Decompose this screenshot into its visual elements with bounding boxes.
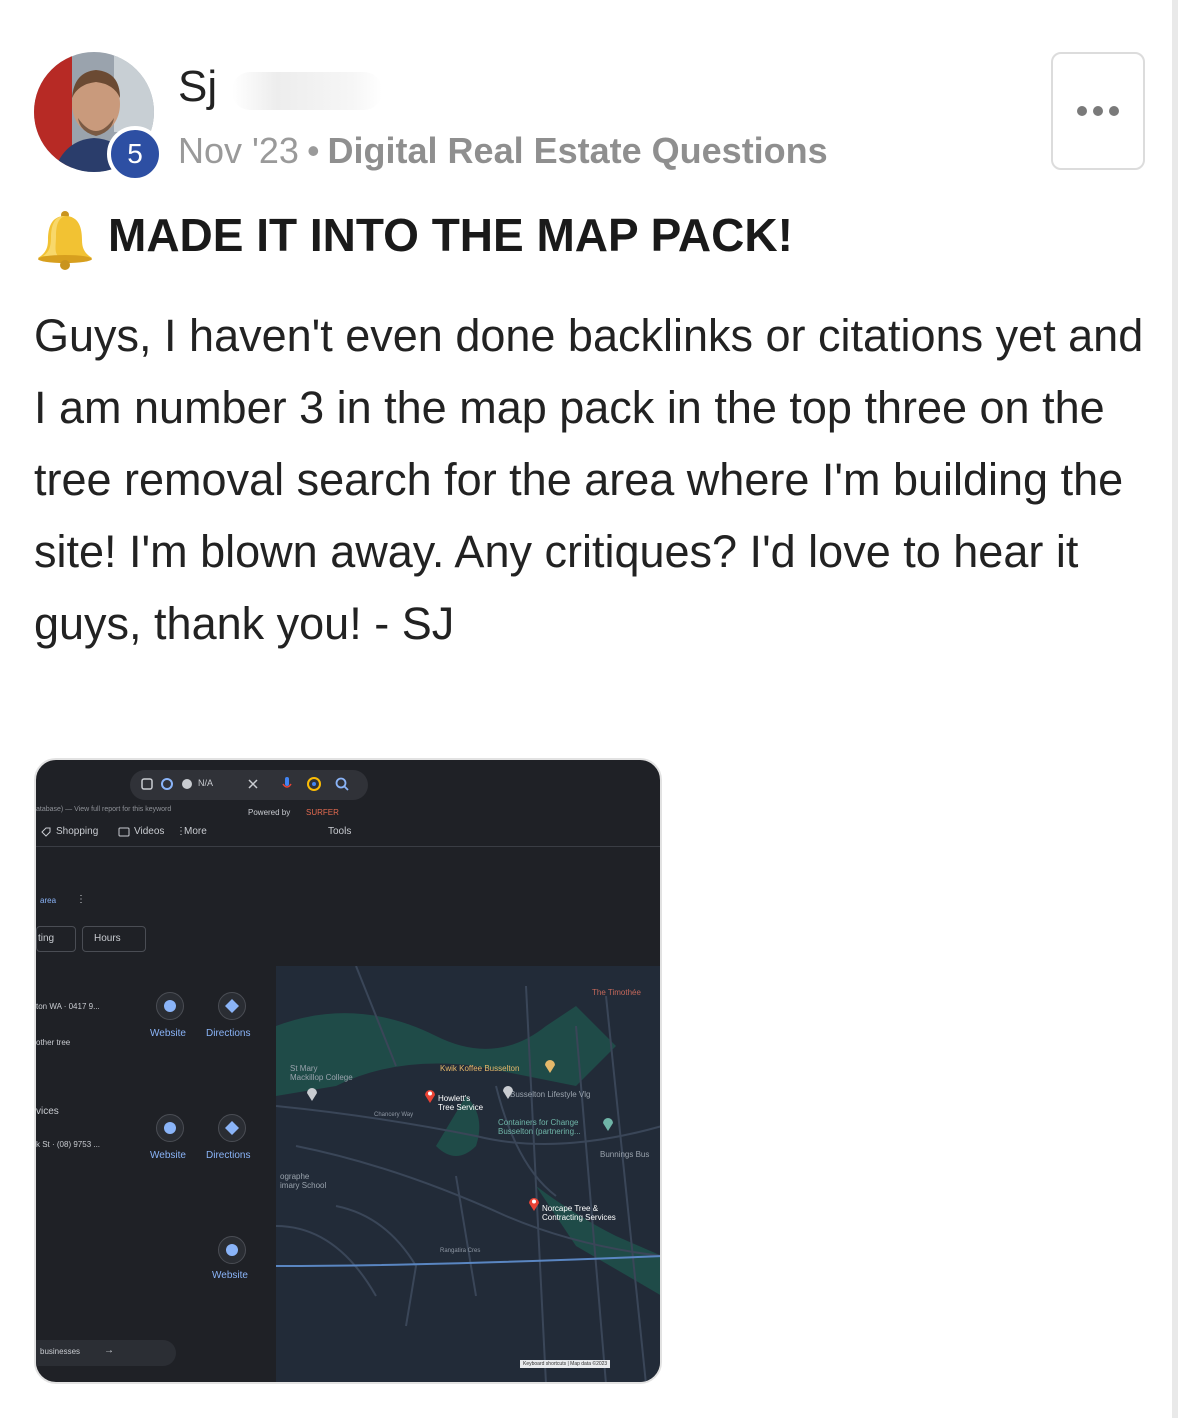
tools-button[interactable]: Tools [328,826,351,837]
square-icon [141,778,153,790]
extension-icon [161,778,173,790]
globe-icon [226,1244,238,1256]
more-options-button[interactable] [1051,52,1145,170]
map-pin-icon[interactable] [424,1088,436,1104]
map-label: Chancery Way [374,1112,414,1118]
more-horizontal-icon [1077,106,1119,116]
category-link[interactable]: Digital Real Estate Questions [328,130,828,171]
map-label: Rangatira Cres [440,1248,481,1254]
listing1-description: other tree [36,1038,71,1047]
website-label: Website [150,1028,186,1039]
map-label: Busselton (partnering... [498,1127,581,1136]
lens-icon[interactable] [306,776,322,792]
recycle-pin-icon [603,1118,613,1131]
listing2-name: vices [36,1106,59,1117]
map-label: imary School [280,1181,327,1190]
directions-button[interactable] [218,1114,246,1142]
website-label: Website [150,1150,186,1161]
filter-hours-label: Hours [94,933,121,944]
tab-videos[interactable]: Videos [134,826,164,837]
directions-label: Directions [206,1028,251,1039]
place-pin-icon [503,1086,513,1099]
map-view[interactable]: The Timothée St Mary Mackillop College K… [275,965,660,1382]
author-name[interactable]: Sj [178,62,217,112]
map-label: Kwik Koffee Busselton [440,1064,520,1073]
map-label: Howlett's [438,1094,471,1103]
post-date[interactable]: Nov '23 [178,130,299,171]
map-pin-icon[interactable] [528,1196,540,1212]
tab-shopping[interactable]: Shopping [56,826,98,837]
search-chip-label: N/A [198,778,214,788]
search-icon[interactable] [334,776,350,792]
level-badge: 5 [107,126,163,182]
map-label: Busselton Lifestyle Vlg [510,1090,591,1099]
attached-image[interactable]: N/A atabase) — View full report for this… [34,758,662,1384]
post-title: MADE IT INTO THE MAP PACK! [108,209,793,261]
map-label: Containers for Change [498,1118,579,1127]
surfer-logo: SURFER [306,808,339,817]
school-pin-icon [307,1088,317,1101]
map-label: Bunnings Bus [600,1150,650,1159]
cafe-pin-icon [545,1060,555,1073]
arrow-right-icon: → [104,1345,114,1356]
meta-separator: • [306,130,320,171]
listing2-address: k St · (08) 9753 ... [36,1140,101,1149]
listing1-address: ton WA · 0417 9... [36,1002,100,1011]
website-button[interactable] [156,1114,184,1142]
website-label: Website [212,1270,248,1281]
map-roads [275,965,660,1382]
directions-label: Directions [206,1150,251,1161]
post-meta: Nov '23 • Digital Real Estate Questions [178,130,828,172]
map-label: The Timothée [592,988,641,997]
bell-icon [38,211,92,270]
post-body: Guys, I haven't even done backlinks or c… [34,310,1144,649]
directions-icon [225,999,239,1013]
info-icon [182,779,192,789]
vertical-dots-icon: ⋮ [76,894,86,905]
view-report-link[interactable]: atabase) — View full report for this key… [36,806,171,813]
directions-button[interactable] [218,992,246,1020]
map-label: Norcape Tree & [542,1204,599,1213]
area-chip[interactable]: area [40,896,56,905]
right-edge [1172,0,1178,1418]
map-attribution[interactable]: Keyboard shortcuts | Map data ©2023 [520,1360,611,1368]
website-button[interactable] [218,1236,246,1264]
map-label: Mackillop College [290,1073,353,1082]
divider [36,846,660,847]
globe-icon [164,1000,176,1012]
author-surname-blurred [232,72,382,110]
directions-icon [225,1121,239,1135]
website-button[interactable] [156,992,184,1020]
filter-rating-label: ting [38,933,55,944]
microphone-icon[interactable] [280,776,294,792]
map-label: St Mary [290,1064,318,1073]
globe-icon [164,1122,176,1134]
more-businesses-label: businesses [40,1347,81,1356]
map-label: Contracting Services [542,1213,616,1222]
map-label: Tree Service [438,1103,484,1112]
tab-more[interactable]: More [184,826,207,837]
map-label: ographe [280,1172,310,1181]
close-icon[interactable] [246,777,260,791]
video-icon [118,827,130,837]
powered-by-label: Powered by [248,808,291,817]
tag-icon [41,827,51,837]
